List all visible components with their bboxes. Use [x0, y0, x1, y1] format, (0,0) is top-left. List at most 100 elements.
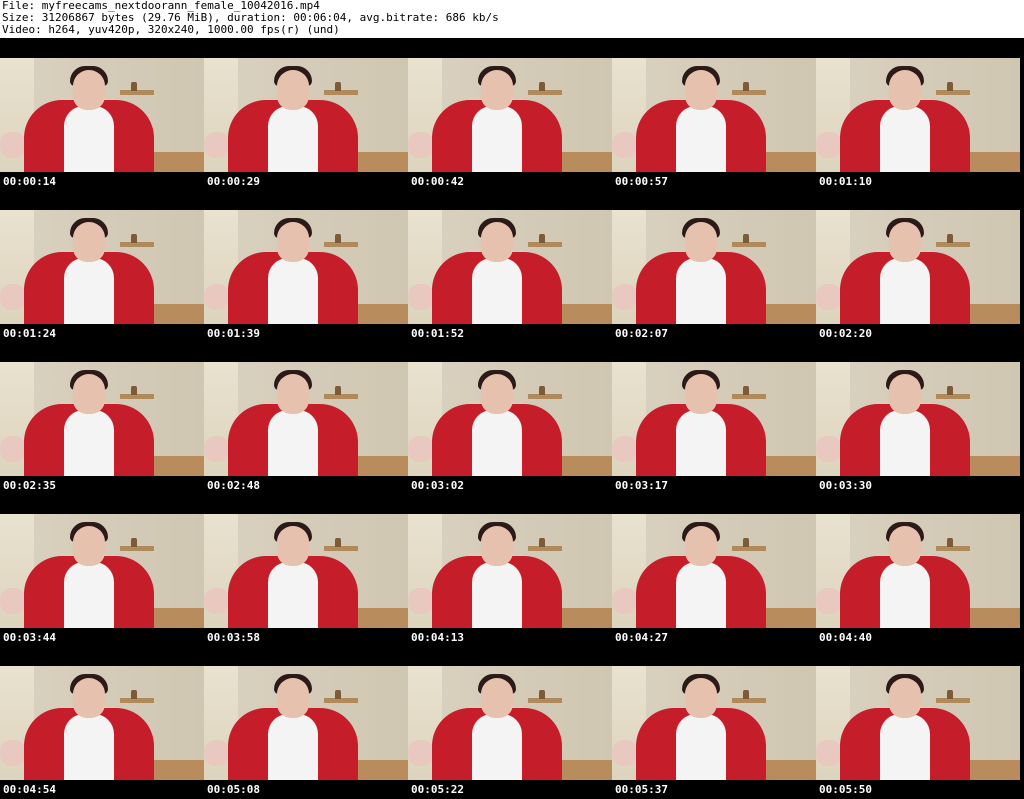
- face: [73, 374, 105, 414]
- timestamp-label: 00:05:22: [411, 783, 464, 796]
- white-top: [880, 410, 930, 476]
- contact-sheet-header: File: myfreecams_nextdoorann_female_1004…: [0, 0, 1024, 38]
- white-top: [64, 714, 114, 780]
- face: [685, 526, 717, 566]
- thumbnail-cell: 00:02:07: [612, 190, 816, 342]
- face: [889, 526, 921, 566]
- face: [277, 222, 309, 262]
- pillow: [0, 740, 26, 766]
- white-top: [880, 258, 930, 324]
- person: [24, 666, 154, 780]
- timestamp-label: 00:04:54: [3, 783, 56, 796]
- white-top: [676, 714, 726, 780]
- video-frame-thumbnail: [816, 362, 1020, 476]
- video-frame-thumbnail: [204, 58, 408, 172]
- face: [685, 374, 717, 414]
- thumbnail-cell: 00:02:48: [204, 342, 408, 494]
- timestamp-label: 00:04:40: [819, 631, 872, 644]
- thumbnail-cell: 00:05:22: [408, 646, 612, 798]
- timestamp-label: 00:03:30: [819, 479, 872, 492]
- thumbnail-cell: 00:01:52: [408, 190, 612, 342]
- white-top: [676, 106, 726, 172]
- person: [432, 58, 562, 172]
- thumbnail-grid: 00:00:14 00:00:29 00:00:42 00:00:57 00:01:10…: [0, 38, 1024, 799]
- thumbnail-cell: 00:04:54: [0, 646, 204, 798]
- person: [432, 362, 562, 476]
- face: [277, 374, 309, 414]
- timestamp-label: 00:00:57: [615, 175, 668, 188]
- timestamp-label: 00:00:14: [3, 175, 56, 188]
- video-frame-thumbnail: [612, 514, 816, 628]
- person: [432, 666, 562, 780]
- pillow: [204, 284, 230, 310]
- person: [228, 362, 358, 476]
- timestamp-label: 00:05:50: [819, 783, 872, 796]
- face: [277, 526, 309, 566]
- timestamp-label: 00:03:02: [411, 479, 464, 492]
- face: [685, 70, 717, 110]
- timestamp-label: 00:03:44: [3, 631, 56, 644]
- white-top: [472, 562, 522, 628]
- timestamp-label: 00:03:17: [615, 479, 668, 492]
- white-top: [472, 410, 522, 476]
- white-top: [64, 562, 114, 628]
- person: [840, 362, 970, 476]
- face: [73, 70, 105, 110]
- pillow: [204, 740, 230, 766]
- pillow: [816, 588, 842, 614]
- video-frame-thumbnail: [204, 362, 408, 476]
- timestamp-label: 00:05:37: [615, 783, 668, 796]
- white-top: [676, 410, 726, 476]
- thumbnail-cell: 00:01:24: [0, 190, 204, 342]
- white-top: [64, 106, 114, 172]
- white-top: [880, 714, 930, 780]
- timestamp-label: 00:02:20: [819, 327, 872, 340]
- video-frame-thumbnail: [0, 362, 204, 476]
- person: [840, 210, 970, 324]
- person: [24, 362, 154, 476]
- pillow: [612, 284, 638, 310]
- video-frame-thumbnail: [612, 666, 816, 780]
- timestamp-label: 00:00:29: [207, 175, 260, 188]
- pillow: [612, 132, 638, 158]
- white-top: [472, 258, 522, 324]
- person: [840, 58, 970, 172]
- white-top: [880, 562, 930, 628]
- thumbnail-cell: 00:04:13: [408, 494, 612, 646]
- white-top: [268, 562, 318, 628]
- timestamp-label: 00:01:52: [411, 327, 464, 340]
- person: [840, 514, 970, 628]
- video-frame-thumbnail: [612, 58, 816, 172]
- pillow: [816, 740, 842, 766]
- person: [24, 210, 154, 324]
- pillow: [612, 740, 638, 766]
- face: [277, 70, 309, 110]
- video-frame-thumbnail: [0, 666, 204, 780]
- pillow: [408, 132, 434, 158]
- pillow: [0, 436, 26, 462]
- pillow: [204, 132, 230, 158]
- video-frame-thumbnail: [0, 514, 204, 628]
- white-top: [268, 106, 318, 172]
- thumbnail-cell: 00:03:30: [816, 342, 1020, 494]
- video-info: Video: h264, yuv420p, 320x240, 1000.00 f…: [2, 23, 340, 36]
- pillow: [816, 132, 842, 158]
- video-frame-thumbnail: [204, 514, 408, 628]
- person: [636, 58, 766, 172]
- person: [24, 514, 154, 628]
- thumbnail-cell: 00:04:40: [816, 494, 1020, 646]
- person: [24, 58, 154, 172]
- timestamp-label: 00:04:27: [615, 631, 668, 644]
- person: [432, 514, 562, 628]
- pillow: [816, 436, 842, 462]
- person: [228, 666, 358, 780]
- white-top: [268, 258, 318, 324]
- pillow: [408, 588, 434, 614]
- video-frame-thumbnail: [816, 514, 1020, 628]
- video-frame-thumbnail: [612, 210, 816, 324]
- thumbnail-cell: 00:04:27: [612, 494, 816, 646]
- pillow: [408, 740, 434, 766]
- face: [277, 678, 309, 718]
- timestamp-label: 00:02:07: [615, 327, 668, 340]
- video-frame-thumbnail: [0, 210, 204, 324]
